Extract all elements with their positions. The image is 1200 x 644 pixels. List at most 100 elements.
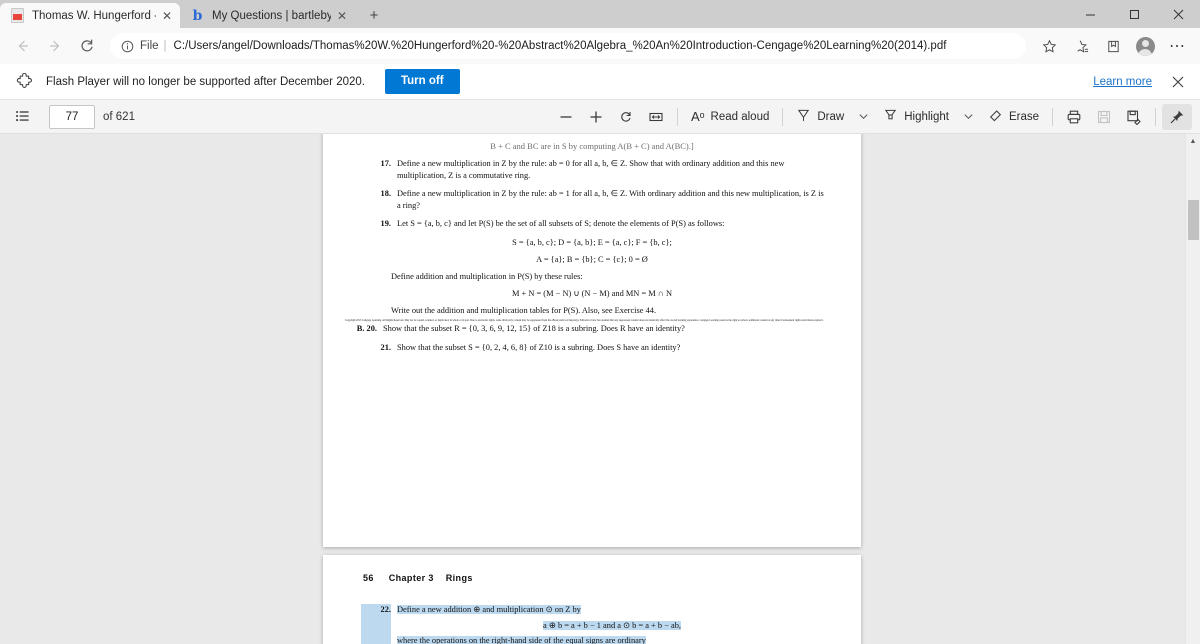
- flash-notification-message: Flash Player will no longer be supported…: [46, 75, 365, 88]
- pdf-viewer-canvas[interactable]: B + C and BC are in S by computing A(B +…: [0, 134, 1200, 644]
- back-icon[interactable]: [8, 32, 38, 60]
- page-number-input[interactable]: [49, 104, 95, 129]
- tab-title: My Questions | bartleby: [212, 9, 331, 22]
- scroll-up-arrow[interactable]: ▲: [1186, 134, 1200, 149]
- scrollbar-thumb[interactable]: [1188, 200, 1199, 240]
- exercise-item: 19. Let S = {a, b, c} and let P(S) be th…: [323, 218, 861, 230]
- divider: [1052, 107, 1053, 126]
- highlighter-icon: [883, 108, 898, 126]
- tab-hungerford-pdf[interactable]: Thomas W. Hungerford - Abstra ✕: [0, 3, 180, 28]
- url-separator: |: [163, 40, 167, 52]
- table-of-contents-icon[interactable]: [8, 104, 37, 130]
- favorite-star-icon[interactable]: [1034, 32, 1064, 60]
- draw-options-chevron[interactable]: [851, 104, 876, 130]
- pen-icon: [796, 108, 811, 126]
- read-aloud-button[interactable]: Aᵒ Read aloud: [684, 104, 776, 130]
- divider: [782, 107, 784, 126]
- math-line-set-definitions-2: A = {a}; B = {b}; C = {c}; 0 = Ø: [536, 254, 648, 264]
- browser-address-bar: File | C:/Users/angel/Downloads/Thomas%2…: [0, 28, 1200, 64]
- close-icon[interactable]: [1170, 74, 1186, 90]
- puzzle-piece-icon: [14, 73, 34, 90]
- section-label: Rings: [445, 573, 473, 583]
- exercise-body: Define a new addition ⊕ and multiplicati…: [397, 604, 827, 644]
- browser-title-bar: Thomas W. Hungerford - Abstra ✕ b My Que…: [0, 0, 1200, 28]
- zoom-in-button[interactable]: [581, 104, 611, 130]
- exercise-item: B. 20. Show that the subset R = {0, 3, 6…: [323, 323, 861, 335]
- divider: [676, 107, 678, 126]
- read-aloud-icon: Aᵒ: [690, 109, 705, 124]
- window-controls: [1068, 0, 1200, 28]
- maximize-icon[interactable]: [1112, 0, 1156, 28]
- url-scheme-label: File: [140, 40, 159, 52]
- close-icon[interactable]: ✕: [333, 7, 351, 25]
- page-header: 56 Chapter 3 Rings: [363, 573, 861, 583]
- exercise-22-math: a ⊕ b = a + b − 1 and a ⊙ b = a + b − ab…: [543, 620, 681, 630]
- page-total-label: of 621: [103, 110, 135, 123]
- draw-button[interactable]: Draw: [789, 104, 851, 130]
- divider: [1155, 107, 1156, 126]
- url-path-text: C:/Users/angel/Downloads/Thomas%20W.%20H…: [173, 40, 947, 52]
- print-icon[interactable]: [1059, 104, 1089, 130]
- exercise-body: Show that the subset R = {0, 3, 6, 9, 12…: [383, 324, 685, 334]
- exercise-22-line2a: where the operations on the right-hand s…: [397, 635, 646, 644]
- exercise-number: 17.: [380, 159, 391, 168]
- tab-bartleby[interactable]: b My Questions | bartleby ✕: [180, 3, 355, 28]
- new-tab-button[interactable]: +: [361, 3, 387, 28]
- write-out-tables-line: Write out the addition and multiplicatio…: [391, 305, 657, 315]
- forward-icon[interactable]: [40, 32, 70, 60]
- settings-and-more-icon[interactable]: ⋯: [1162, 32, 1192, 60]
- exercise-item-22: 22. Define a new addition ⊕ and multipli…: [323, 604, 861, 644]
- pin-icon[interactable]: [1162, 103, 1192, 130]
- exercise-body: Define a new multiplication in Z by the …: [397, 189, 824, 210]
- refresh-icon[interactable]: [72, 32, 102, 60]
- favorites-list-icon[interactable]: [1066, 32, 1096, 60]
- page-top-fragment: B + C and BC are in S by computing A(B +…: [490, 141, 694, 151]
- draw-label: Draw: [817, 110, 845, 123]
- chapter-label: Chapter 3: [388, 573, 434, 583]
- save-icon: [1089, 104, 1119, 130]
- exercise-number: 22.: [361, 604, 391, 644]
- define-addition-line: Define addition and multiplication in P(…: [391, 271, 583, 281]
- exercise-number: 21.: [380, 342, 391, 352]
- vertical-scrollbar[interactable]: ▲ ▼: [1185, 134, 1200, 644]
- rotate-icon[interactable]: [611, 104, 641, 130]
- close-icon[interactable]: ✕: [158, 7, 176, 25]
- pdf-file-icon: [10, 8, 25, 23]
- turn-off-button[interactable]: Turn off: [384, 69, 460, 94]
- pdf-viewer-toolbar: of 621 Aᵒ Read aloud Draw Highlight: [0, 100, 1200, 134]
- exercise-number: B. 20.: [356, 324, 377, 334]
- exercise-body: Let S = {a, b, c} and let P(S) be the se…: [397, 219, 725, 229]
- erase-button[interactable]: Erase: [981, 104, 1046, 130]
- copyright-notice: Copyright 2013 Cengage Learning. All Rig…: [345, 318, 824, 323]
- close-icon[interactable]: [1156, 0, 1200, 28]
- pdf-page-78[interactable]: 56 Chapter 3 Rings CourseSmart 22. Defin…: [323, 555, 861, 644]
- exercise-item: 21. Show that the subset S = {0, 2, 4, 6…: [323, 342, 861, 354]
- tab-title: Thomas W. Hungerford - Abstra: [32, 9, 156, 22]
- page-number-label: 56: [363, 573, 374, 583]
- math-line-operations: M + N = (M − N) ∪ (N − M) and MN = M ∩ N: [511, 288, 673, 298]
- flash-player-notification-bar: Flash Player will no longer be supported…: [0, 64, 1200, 100]
- erase-label: Erase: [1008, 110, 1039, 123]
- eraser-icon: [988, 108, 1003, 126]
- save-as-icon[interactable]: [1119, 104, 1149, 130]
- url-input[interactable]: File | C:/Users/angel/Downloads/Thomas%2…: [110, 33, 1026, 59]
- fit-to-page-icon[interactable]: [641, 104, 671, 130]
- exercise-body: Show that the subset S = {0, 2, 4, 6, 8}…: [397, 342, 681, 352]
- read-aloud-label: Read aloud: [710, 110, 770, 123]
- exercise-item: 17. Define a new multiplication in Z by …: [323, 158, 861, 181]
- minimize-icon[interactable]: [1068, 0, 1112, 28]
- exercise-number: 19.: [380, 219, 391, 229]
- profile-avatar[interactable]: [1130, 32, 1160, 60]
- highlight-label: Highlight: [904, 110, 949, 123]
- exercise-number: 18.: [380, 189, 391, 199]
- zoom-out-button[interactable]: [551, 104, 581, 130]
- bartleby-b-icon: b: [192, 7, 203, 24]
- math-line-set-definitions-1: S = {a, b, c}; D = {a, b}; E = {a, c}; F…: [512, 237, 672, 247]
- highlight-button[interactable]: Highlight: [876, 104, 956, 130]
- highlight-options-chevron[interactable]: [956, 104, 981, 130]
- pdf-page-77[interactable]: B + C and BC are in S by computing A(B +…: [323, 134, 861, 547]
- learn-more-link[interactable]: Learn more: [1093, 76, 1152, 88]
- exercise-item: 18. Define a new multiplication in Z by …: [323, 188, 861, 211]
- collections-icon[interactable]: [1098, 32, 1128, 60]
- exercise-22-line1: Define a new addition ⊕ and multiplicati…: [397, 605, 581, 614]
